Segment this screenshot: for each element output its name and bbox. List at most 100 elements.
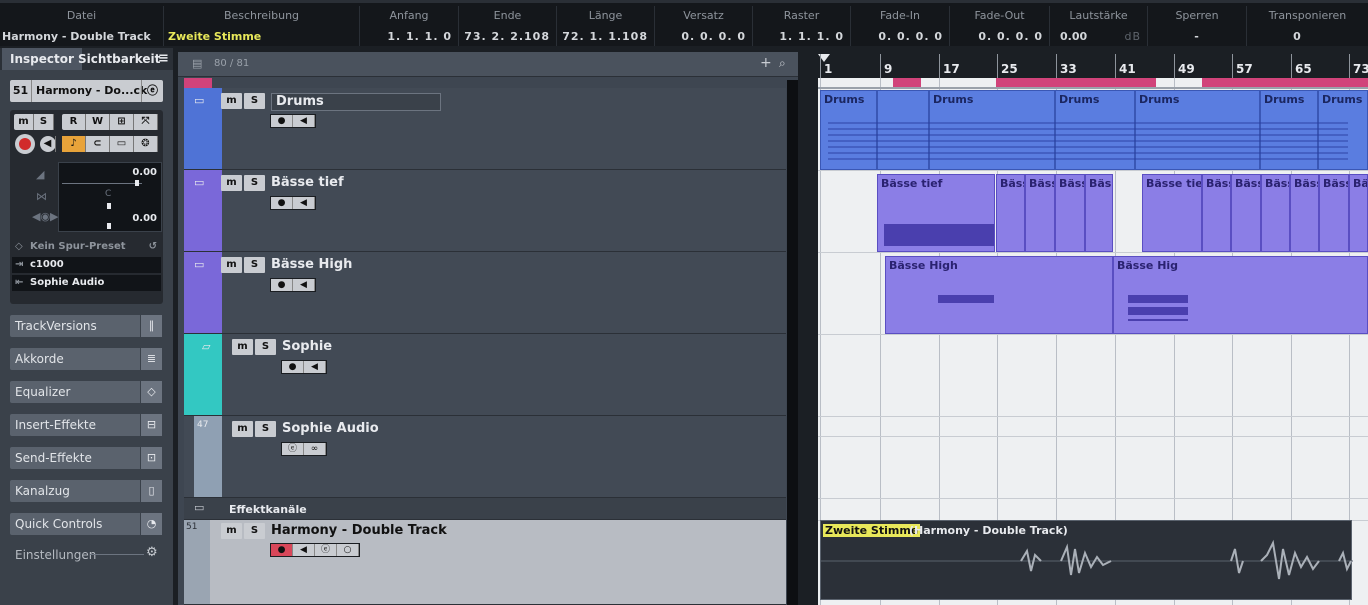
event-baesse-tief[interactable]: Bäss — [1261, 174, 1290, 252]
add-track-icon[interactable]: + — [760, 55, 772, 71]
info-lautstaerke[interactable]: Lautstärke 0.00 dB — [1049, 6, 1147, 46]
event-baesse-tief[interactable]: Bäss — [1319, 174, 1349, 252]
arrange-area[interactable]: Drums Drums Drums Drums Drums Drums Bäss… — [818, 52, 1368, 605]
solo-button[interactable]: S — [244, 523, 265, 539]
volume-pan-display[interactable]: 0.00 C 0.00 — [58, 162, 162, 232]
event-baesse-tief[interactable]: Bäss — [1231, 174, 1261, 252]
event-drums[interactable] — [877, 90, 929, 170]
write-button[interactable]: W — [86, 114, 110, 130]
event-baesse-tief[interactable]: Bäs — [1349, 174, 1368, 252]
info-fadein[interactable]: Fade-In 0. 0. 0. 0 — [850, 6, 949, 46]
lane-icon[interactable]: ○ — [337, 544, 359, 556]
mute-solo[interactable]: mS — [221, 523, 265, 539]
section-kanalzug[interactable]: Kanalzug ▯ — [10, 480, 162, 502]
section-equalizer[interactable]: Equalizer ◇ — [10, 381, 162, 403]
menu-icon[interactable]: ≡ — [150, 48, 177, 70]
event-baesse-high[interactable]: Bässe High — [885, 256, 1113, 334]
lane-icon[interactable]: ▭ — [110, 136, 134, 152]
mute-solo[interactable]: mS — [232, 339, 276, 355]
solo-button[interactable]: S — [244, 175, 265, 191]
info-anfang[interactable]: Anfang 1. 1. 1. 0 — [359, 6, 458, 46]
edit-icon[interactable]: ⓔ — [282, 443, 304, 455]
info-transponieren[interactable]: Transponieren 0 — [1246, 6, 1368, 46]
mute-button[interactable]: m — [221, 523, 242, 539]
search-icon[interactable]: ⌕ — [779, 56, 786, 71]
solo-button[interactable]: S — [34, 114, 54, 130]
read-button[interactable]: R — [62, 114, 86, 130]
mute-solo[interactable]: mS — [221, 93, 265, 109]
track-baesse-tief[interactable]: ▭ mS Bässe tief ● ◀ — [184, 170, 786, 252]
solo-button[interactable]: S — [255, 339, 276, 355]
track-buttons[interactable]: ● ◀ — [270, 278, 316, 292]
freeze-icon[interactable]: ⤧ — [134, 114, 158, 130]
speaker-icon[interactable]: ◀ — [293, 544, 315, 556]
music-note-icon[interactable]: ♪ — [62, 136, 86, 152]
mute-solo-buttons[interactable]: mS — [14, 114, 54, 130]
solo-button[interactable]: S — [244, 93, 265, 109]
section-quick-controls[interactable]: Quick Controls ◔ — [10, 513, 162, 535]
mute-solo[interactable]: mS — [221, 175, 265, 191]
mute-button[interactable]: m — [232, 339, 253, 355]
track-buttons[interactable]: ● ◀ — [281, 360, 327, 374]
track-name[interactable]: Sophie — [282, 339, 332, 354]
list-icon[interactable]: ▤ — [192, 57, 202, 70]
speaker-icon[interactable]: ◀ — [293, 279, 315, 291]
track-effektkanaele[interactable]: ▭ Effektkanäle — [184, 498, 786, 520]
track-sophie[interactable]: ▱ mS Sophie ● ◀ — [184, 334, 786, 416]
pan-handle[interactable] — [107, 203, 111, 209]
event-baesse-tief[interactable]: Bäss — [1202, 174, 1231, 252]
track-name[interactable]: Sophie Audio — [282, 421, 379, 436]
mute-solo[interactable]: mS — [232, 421, 276, 437]
track-harmony-double[interactable]: 51 mS Harmony - Double Track ● ◀ ⓔ ○ — [184, 520, 786, 605]
edit-icon[interactable]: ⓔ — [141, 80, 163, 102]
mute-button[interactable]: m — [221, 257, 242, 273]
track-name[interactable]: Bässe High — [271, 257, 352, 272]
track-name[interactable]: Bässe tief — [271, 175, 344, 190]
speaker-icon[interactable]: ◀ — [304, 361, 326, 373]
mute-solo[interactable]: mS — [221, 257, 265, 273]
track-buttons[interactable]: ● ◀ — [270, 196, 316, 210]
event-baesse-tief[interactable]: Bässe tief — [1142, 174, 1202, 252]
event-drums[interactable]: Drums — [929, 90, 1055, 170]
event-baesse-tief[interactable]: Bäss — [1055, 174, 1085, 252]
solo-button[interactable]: S — [255, 421, 276, 437]
speaker-icon[interactable]: ◀ — [293, 115, 315, 127]
lock-icon[interactable]: ⊂ — [86, 136, 110, 152]
track-name[interactable]: Drums — [271, 93, 441, 111]
mute-button[interactable]: m — [221, 93, 242, 109]
editor-icon[interactable]: ⊞ — [110, 114, 134, 130]
track-baesse-high[interactable]: ▭ mS Bässe High ● ◀ — [184, 252, 786, 334]
info-versatz[interactable]: Versatz 0. 0. 0. 0 — [654, 6, 752, 46]
info-ende[interactable]: Ende 73. 2. 2.108 — [458, 6, 556, 46]
event-drums[interactable]: Drums — [1318, 90, 1368, 170]
track-buttons[interactable]: ⓔ ∞ — [281, 442, 327, 456]
event-drums[interactable]: Drums — [1055, 90, 1135, 170]
track-buttons[interactable]: ● ◀ ⓔ ○ — [270, 543, 360, 557]
record-icon[interactable]: ● — [271, 197, 293, 209]
section-trackversions[interactable]: TrackVersions ∥ — [10, 315, 162, 337]
record-button[interactable] — [15, 134, 35, 154]
event-drums[interactable]: Drums — [1260, 90, 1318, 170]
event-baesse-tief[interactable]: Bäss — [1290, 174, 1319, 252]
settings-icon[interactable]: ❂ — [134, 136, 158, 152]
info-laenge[interactable]: Länge 72. 1. 1.108 — [556, 6, 654, 46]
event-drums[interactable]: Drums — [820, 90, 877, 170]
audio-event[interactable]: Zweite Stimme (Harmony - Double Track) — [820, 520, 1353, 600]
edit-icon[interactable]: ⓔ — [315, 544, 337, 556]
track-options[interactable]: ♪ ⊂ ▭ ❂ — [62, 136, 158, 152]
track-scrollbar[interactable] — [787, 80, 798, 605]
gear-icon[interactable]: ⚙ — [146, 545, 158, 560]
refresh-icon[interactable]: ↺ — [149, 239, 157, 255]
record-icon[interactable]: ● — [271, 115, 293, 127]
speaker-icon[interactable]: ◀ — [293, 197, 315, 209]
volume-slider[interactable] — [62, 183, 142, 184]
event-drums[interactable]: Drums — [1135, 90, 1260, 170]
info-raster[interactable]: Raster 1. 1. 1. 0 — [752, 6, 850, 46]
ruler[interactable] — [818, 52, 1368, 78]
automation-buttons[interactable]: R W ⊞ ⤧ — [62, 114, 158, 130]
section-akkorde[interactable]: Akkorde ≣ — [10, 348, 162, 370]
event-baesse-tief[interactable]: Bäss — [1085, 174, 1113, 252]
mute-button[interactable]: m — [14, 114, 34, 130]
mute-button[interactable]: m — [221, 175, 242, 191]
info-datei[interactable]: Datei Harmony - Double Track — [0, 6, 163, 46]
